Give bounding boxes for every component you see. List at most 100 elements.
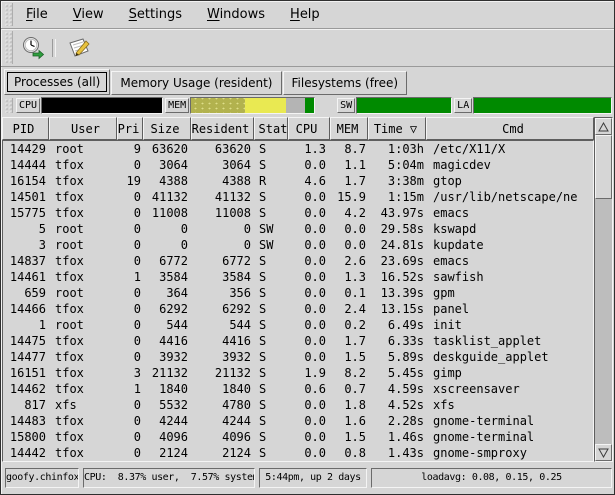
cell-mem: 1.5 [331,349,369,365]
cell-cpu: 0.6 [289,381,331,397]
menu-file[interactable]: File [16,4,58,25]
cell-stat: S [255,157,289,173]
header-user[interactable]: User [49,117,117,140]
cell-time: 43.97s [369,205,427,221]
process-row[interactable]: 14466tfox062926292S0.02.413.15spanel [3,301,593,317]
process-row[interactable]: 5root000SW0.00.029.58skswapd [3,221,593,237]
cell-mem: 0.0 [331,221,369,237]
mem-bar-segment [191,98,245,113]
process-row[interactable]: 14461tfox135843584S0.01.316.52ssawfish [3,269,593,285]
cell-pri: 0 [118,317,144,333]
cell-size: 544 [144,317,192,333]
header-pri[interactable]: Pri [117,117,143,140]
scrollbar-thumb[interactable] [595,135,612,199]
summary-grip-handle[interactable] [4,98,13,113]
cell-resident: 1840 [192,381,255,397]
menu-help[interactable]: Help [280,4,330,25]
cell-size: 1840 [144,381,192,397]
cell-size: 4416 [144,333,192,349]
header-size[interactable]: Size [143,117,191,140]
header-cpu[interactable]: CPU [288,117,330,140]
edit-properties-button[interactable] [62,32,96,64]
process-row[interactable]: 14442tfox021242124S0.00.81.43sgnome-smpr… [3,445,593,461]
menu-windows[interactable]: Windows [197,4,275,25]
process-row[interactable]: 15800tfox040964096S0.01.51.46sgnome-term… [3,429,593,445]
cell-pri: 0 [118,189,144,205]
process-row[interactable]: 14483tfox042444244S0.01.62.28sgnome-term… [3,413,593,429]
cell-cmd: tasklist_applet [427,333,593,349]
cell-user: xfs [50,397,118,413]
cpu-bar-label[interactable]: CPU [16,98,40,113]
cell-time: 4.52s [369,397,427,413]
process-row[interactable]: 1root0544544S0.00.26.49sinit [3,317,593,333]
cell-resident: 11008 [192,205,255,221]
scroll-down-button[interactable] [595,444,612,461]
cell-pri: 1 [118,381,144,397]
cell-pid: 16151 [3,365,50,381]
process-row[interactable]: 16154tfox1943884388R4.61.73:38mgtop [3,173,593,189]
swap-usage-bar[interactable] [356,97,452,114]
process-row[interactable]: 14501tfox04113241132S0.015.91:15m/usr/li… [3,189,593,205]
cell-user: root [50,317,118,333]
toolbar-grip-handle[interactable] [4,31,13,64]
process-table-body: 14429root96362063620S1.38.71:03h/etc/X11… [2,140,594,462]
menu-windows-accel: W [207,7,220,22]
cell-cmd: emacs [427,205,593,221]
cell-time: 23.69s [369,253,427,269]
header-pid[interactable]: PID [2,117,49,140]
loadavg-bar[interactable] [473,97,612,114]
process-row[interactable]: 3root000SW0.00.024.81skupdate [3,237,593,253]
process-row[interactable]: 16151tfox32113221132S1.98.25.45sgimp [3,365,593,381]
cell-mem: 1.7 [331,333,369,349]
header-time-sort[interactable]: Time ▽ [368,117,426,140]
swap-bar-label[interactable]: SW [337,98,355,113]
header-cmd[interactable]: Cmd [426,117,594,140]
cell-pid: 5 [3,221,50,237]
cell-pid: 15775 [3,205,50,221]
cell-user: root [50,237,118,253]
header-resident[interactable]: Resident [191,117,254,140]
menu-view[interactable]: View [63,4,114,25]
cell-cmd: emacs [427,253,593,269]
cell-stat: SW [255,237,289,253]
process-row[interactable]: 14462tfox118401840S0.60.74.59sxscreensav… [3,381,593,397]
menu-bar: File View Settings Windows Help [1,1,614,29]
cell-user: tfox [50,381,118,397]
cell-stat: S [255,413,289,429]
vertical-scrollbar[interactable] [594,117,613,462]
cell-pid: 659 [3,285,50,301]
memory-usage-bar[interactable] [190,97,315,114]
menu-settings-rest: ettings [137,7,182,22]
tab-memory-usage[interactable]: Memory Usage (resident) [111,71,281,95]
process-row[interactable]: 15775tfox01100811008S0.04.243.97semacs [3,205,593,221]
update-timer-button[interactable] [16,32,50,64]
cell-resident: 3584 [192,269,255,285]
menubar-grip-handle[interactable] [4,3,13,26]
process-row[interactable]: 817xfs055324780S0.01.84.52sxfs [3,397,593,413]
scroll-up-button[interactable] [595,118,612,135]
scrollbar-track[interactable] [595,199,612,444]
cell-mem: 15.9 [331,189,369,205]
loadavg-bar-label[interactable]: LA [454,98,472,113]
menu-settings[interactable]: Settings [119,4,192,25]
cell-size: 4388 [144,173,192,189]
cell-mem: 4.2 [331,205,369,221]
process-row[interactable]: 14429root96362063620S1.38.71:03h/etc/X11… [3,141,593,157]
cell-resident: 6292 [192,301,255,317]
header-mem[interactable]: MEM [330,117,368,140]
header-stat[interactable]: Stat [254,117,288,140]
hostname-panel: goofy.chinfox [5,468,79,488]
cell-size: 6772 [144,253,192,269]
cell-cpu: 0.0 [289,317,331,333]
mem-bar-label[interactable]: MEM [165,98,189,113]
cpu-usage-bar[interactable] [41,97,163,114]
process-row[interactable]: 14444tfox030643064S0.01.15:04mmagicdev [3,157,593,173]
tab-processes[interactable]: Processes (all) [4,69,110,95]
process-row[interactable]: 14477tfox039323932S0.01.55.89sdeskguide_… [3,349,593,365]
tab-filesystems[interactable]: Filesystems (free) [283,71,408,95]
process-row[interactable]: 14475tfox044164416S0.01.76.33stasklist_a… [3,333,593,349]
status-bar: goofy.chinfox CPU: 8.37% user, 7.57% sys… [1,462,614,494]
cell-mem: 8.7 [331,141,369,157]
process-row[interactable]: 14837tfox067726772S0.02.623.69semacs [3,253,593,269]
process-row[interactable]: 659root0364356S0.00.113.39sgpm [3,285,593,301]
